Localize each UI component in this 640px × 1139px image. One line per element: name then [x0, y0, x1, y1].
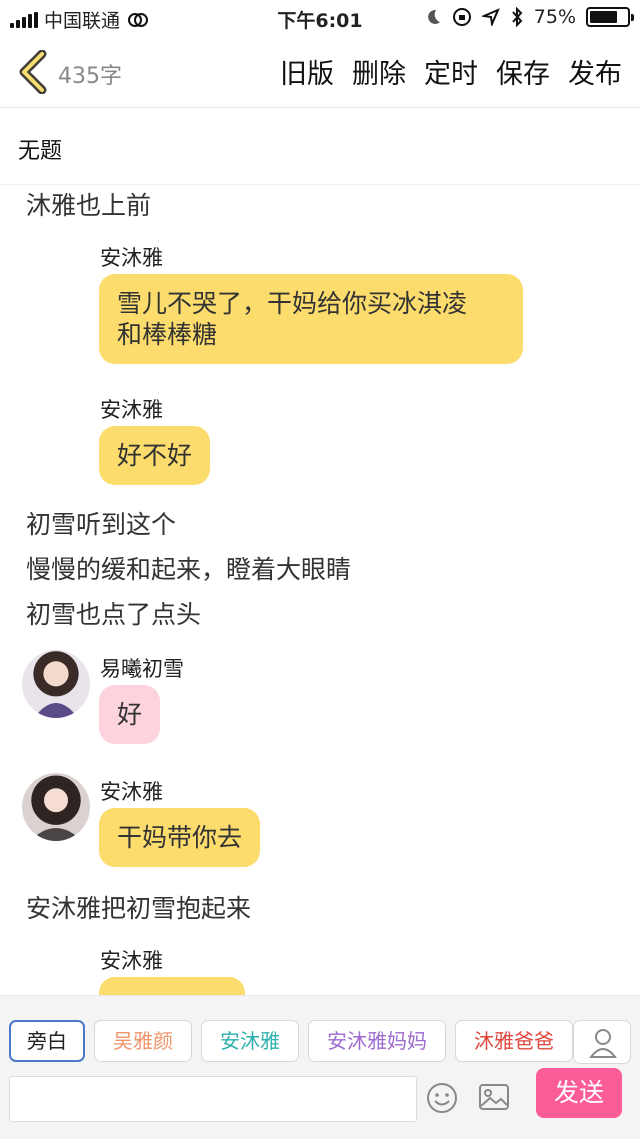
publish-button[interactable]: 发布 [568, 52, 622, 91]
speaker-name: 安沐雅 [100, 949, 163, 973]
word-count: 435字 [58, 64, 122, 89]
avatar-girl-image [34, 703, 78, 718]
lock-rotation-icon [452, 8, 471, 26]
dialogue-bubble[interactable]: 干妈带你去 [99, 808, 261, 867]
dialogue-text: 干妈带你去 [117, 823, 243, 852]
dialogue-bubble[interactable]: 雪儿不哭了，干妈给你买冰淇凌 和棒棒糖 [99, 274, 523, 364]
narration-line: 初雪也点了点头 [26, 600, 202, 629]
narration-line: 初雪听到这个 [26, 510, 177, 539]
composer-bar: 旁白 吴雅颜 安沐雅 安沐雅妈妈 沐雅爸爸 发送 [0, 995, 640, 1139]
status-bar: 中国联通 下午6:01 75% [0, 0, 640, 36]
location-icon [481, 8, 500, 26]
narration-line: 安沐雅把初雪抱起来 [26, 894, 252, 923]
save-button[interactable]: 保存 [496, 52, 550, 91]
back-chevron-icon[interactable] [14, 50, 50, 94]
manage-roles-button[interactable] [573, 1020, 631, 1064]
narration-line: 慢慢的缓和起来，瞪着大眼睛 [26, 555, 352, 584]
send-button[interactable]: 发送 [536, 1068, 622, 1118]
speaker-name: 安沐雅 [100, 780, 163, 804]
emoji-icon[interactable] [426, 1082, 458, 1114]
avatar[interactable] [22, 773, 90, 841]
role-chip[interactable]: 沐雅爸爸 [455, 1020, 573, 1062]
dialogue-bubble[interactable]: 好 [99, 685, 161, 744]
role-chip[interactable]: 安沐雅妈妈 [308, 1020, 446, 1062]
role-chip-narrator[interactable]: 旁白 [9, 1020, 85, 1062]
delete-button[interactable]: 删除 [352, 52, 406, 91]
battery-fill [590, 11, 617, 23]
dialogue-text-line: 和棒棒糖 [117, 320, 218, 349]
speaker-name: 安沐雅 [100, 246, 163, 270]
old-version-button[interactable]: 旧版 [280, 52, 334, 91]
dialogue-bubble[interactable] [99, 977, 245, 995]
speaker-name: 易曦初雪 [100, 657, 184, 681]
schedule-button[interactable]: 定时 [424, 52, 478, 91]
user-icon [588, 1029, 618, 1058]
avatar[interactable] [22, 650, 90, 718]
story-title: 无题 [18, 139, 63, 164]
battery-percent: 75% [533, 6, 576, 28]
moon-icon [427, 9, 440, 24]
dialogue-text-line: 雪儿不哭了，干妈给你买冰淇凌 [117, 289, 468, 318]
role-chip[interactable]: 安沐雅 [201, 1020, 299, 1062]
story-title-field[interactable]: 无题 [0, 109, 640, 185]
story-content: 沐雅也上前 安沐雅 雪儿不哭了，干妈给你买冰淇凌 和棒棒糖 安沐雅 好不好 初雪… [0, 185, 640, 995]
speaker-name: 安沐雅 [100, 398, 163, 422]
message-input[interactable] [9, 1076, 417, 1122]
header-actions: 旧版 删除 定时 保存 发布 [280, 52, 622, 91]
image-icon[interactable] [478, 1082, 510, 1112]
narration-line: 沐雅也上前 [26, 191, 152, 220]
role-chip[interactable]: 吴雅颜 [94, 1020, 192, 1062]
role-selector: 旁白 吴雅颜 安沐雅 安沐雅妈妈 沐雅爸爸 [9, 1020, 573, 1062]
bluetooth-icon [512, 7, 523, 27]
battery-icon [586, 7, 634, 27]
dialogue-text: 好 [117, 700, 143, 729]
avatar-woman-image [30, 828, 82, 841]
dialogue-text: 好不好 [117, 441, 193, 470]
editor-header: 435字 旧版 删除 定时 保存 发布 [0, 36, 640, 108]
dialogue-bubble[interactable]: 好不好 [99, 426, 211, 485]
